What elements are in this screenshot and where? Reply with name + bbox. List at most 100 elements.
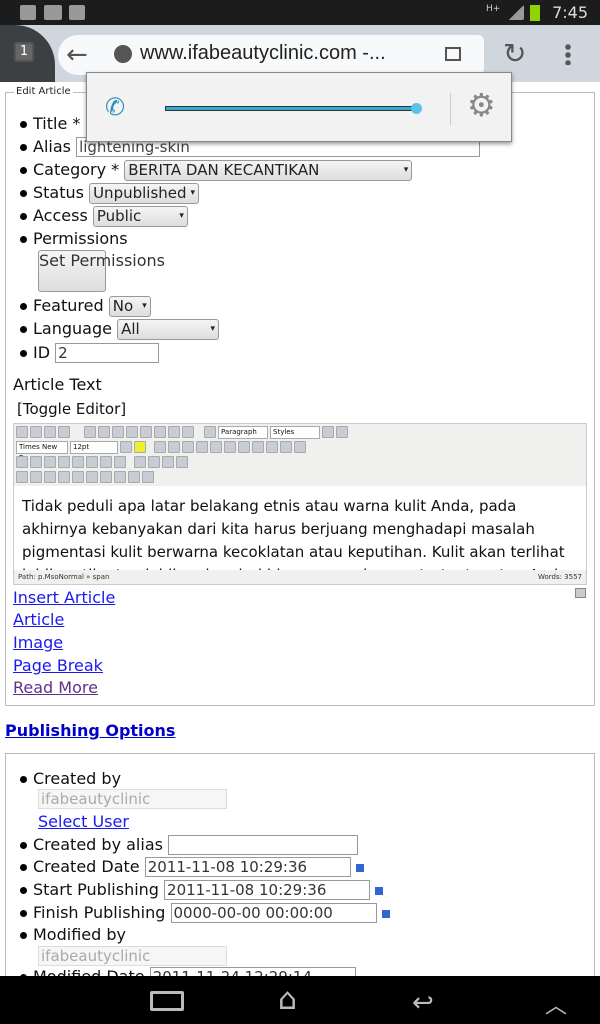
size-select[interactable]: 12pt (70, 441, 118, 454)
calendar-icon[interactable] (375, 887, 384, 895)
align-right-icon[interactable] (168, 426, 180, 438)
resize-icon[interactable] (575, 588, 586, 598)
align-left-icon[interactable] (140, 426, 152, 438)
redo-icon[interactable] (58, 426, 70, 438)
tab-switcher-button[interactable]: 1 (0, 25, 55, 82)
underline-icon[interactable] (112, 426, 124, 438)
screenshot-icon (20, 5, 36, 20)
spellcheck-icon[interactable] (58, 471, 70, 483)
superscript-icon[interactable] (266, 441, 278, 453)
highlight-icon[interactable] (134, 441, 146, 453)
new-doc-icon[interactable] (30, 426, 42, 438)
table-icon[interactable] (134, 456, 146, 468)
reader-icon[interactable] (445, 47, 461, 61)
menu-icon[interactable] (565, 43, 571, 65)
text-color-icon[interactable] (120, 441, 132, 453)
id-input[interactable]: 2 (55, 343, 160, 363)
media-icon[interactable] (44, 456, 56, 468)
status-select[interactable]: Unpublished ▾ (89, 183, 200, 204)
cut-icon[interactable] (154, 441, 166, 453)
created-by-label: Created by (33, 769, 122, 788)
row-icon[interactable] (148, 456, 160, 468)
indent-icon[interactable] (196, 441, 208, 453)
finish-publishing-field: Finish Publishing 0000-00-00 00:00:00 (20, 903, 390, 923)
merge-icon[interactable] (176, 456, 188, 468)
modified-by-field: Modified by (20, 925, 126, 945)
back-icon[interactable]: ← (66, 41, 88, 69)
category-select[interactable]: BERITA DAN KECANTIKAN ▾ (124, 160, 413, 181)
code-icon[interactable] (72, 456, 84, 468)
article-link[interactable]: Article (13, 610, 64, 629)
col-icon[interactable] (162, 456, 174, 468)
select-user-link[interactable]: Select User (38, 812, 129, 831)
created-date-input[interactable]: 2011-11-08 10:29:36 (144, 857, 351, 877)
fullscreen-icon[interactable] (142, 471, 154, 483)
language-select[interactable]: All ▾ (117, 319, 220, 340)
back-icon[interactable]: ↩ (412, 988, 434, 1018)
set-permissions-button[interactable]: Set Permissions (38, 250, 165, 292)
finish-publishing-input[interactable]: 0000-00-00 00:00:00 (170, 903, 377, 923)
font-select[interactable]: Times New Rc (16, 441, 68, 462)
anchor-icon[interactable] (114, 471, 126, 483)
cleanup-icon[interactable] (336, 426, 348, 438)
featured-select[interactable]: No ▾ (108, 296, 151, 317)
created-by-alias-input[interactable] (168, 835, 359, 855)
styles-select[interactable]: Styles (270, 426, 320, 439)
home-icon[interactable]: ⌂ (278, 982, 297, 1017)
start-publishing-input[interactable]: 2011-11-08 10:29:36 (164, 880, 371, 900)
abbr-icon[interactable] (72, 471, 84, 483)
template-icon[interactable] (58, 456, 70, 468)
publishing-options-link[interactable]: Publishing Options (5, 721, 175, 740)
insert-article-link[interactable]: Insert Article (13, 588, 115, 607)
visual-aid-icon[interactable] (16, 471, 28, 483)
recent-apps-icon[interactable] (150, 991, 184, 1011)
outdent-icon[interactable] (210, 441, 222, 453)
align-center-icon[interactable] (154, 426, 166, 438)
created-by-alias-field: Created by alias (20, 835, 359, 855)
read-more-link[interactable]: Read More (13, 678, 98, 697)
bullet-list-icon[interactable] (238, 441, 250, 453)
strike-icon[interactable] (126, 426, 138, 438)
image-link[interactable]: Image (13, 633, 63, 652)
undo-icon[interactable] (44, 426, 56, 438)
calendar-icon[interactable] (381, 910, 390, 918)
image-icon[interactable] (100, 471, 112, 483)
ordered-list-icon[interactable] (224, 441, 236, 453)
pilcrow-icon[interactable] (30, 471, 42, 483)
rtl-icon[interactable] (30, 456, 42, 468)
menu-up-icon[interactable]: ︿ (545, 988, 567, 1020)
size-value: 12pt (73, 443, 90, 451)
url-text[interactable]: www.ifabeautyclinic.com -... (140, 42, 386, 65)
print-icon[interactable] (86, 456, 98, 468)
help-icon[interactable] (16, 426, 28, 438)
paste-icon[interactable] (182, 441, 194, 453)
page-break-link[interactable]: Page Break (13, 656, 103, 675)
acronym-icon[interactable] (86, 471, 98, 483)
reload-icon[interactable]: ↻ (503, 37, 526, 70)
settings-gear-icon[interactable]: ⚙ (467, 87, 496, 123)
eraser-icon[interactable] (322, 426, 334, 438)
volume-slider-thumb[interactable] (411, 103, 422, 114)
blockquote-icon[interactable] (204, 426, 216, 438)
editor-body[interactable]: Tidak peduli apa latar belakang etnis at… (14, 486, 586, 570)
address-bar[interactable]: ← www.ifabeautyclinic.com -... (58, 35, 484, 75)
featured-field: Featured No ▾ (20, 296, 151, 317)
calendar-icon[interactable] (355, 864, 364, 872)
clock: 7:45 (552, 3, 588, 22)
toggle-editor-link[interactable]: [Toggle Editor] (17, 400, 126, 418)
bold-icon[interactable] (84, 426, 96, 438)
volume-slider[interactable] (165, 106, 417, 111)
link-icon[interactable] (128, 471, 140, 483)
hr-icon[interactable] (294, 441, 306, 453)
italic-icon[interactable] (98, 426, 110, 438)
replace-icon[interactable] (114, 456, 126, 468)
ltr-icon[interactable] (16, 456, 28, 468)
special-char-icon[interactable] (280, 441, 292, 453)
find-icon[interactable] (100, 456, 112, 468)
access-select[interactable]: Public ▾ (92, 206, 188, 227)
pagebreak-icon[interactable] (44, 471, 56, 483)
copy-icon[interactable] (168, 441, 180, 453)
justify-icon[interactable] (182, 426, 194, 438)
subscript-icon[interactable] (252, 441, 264, 453)
format-select[interactable]: Paragraph (218, 426, 268, 439)
